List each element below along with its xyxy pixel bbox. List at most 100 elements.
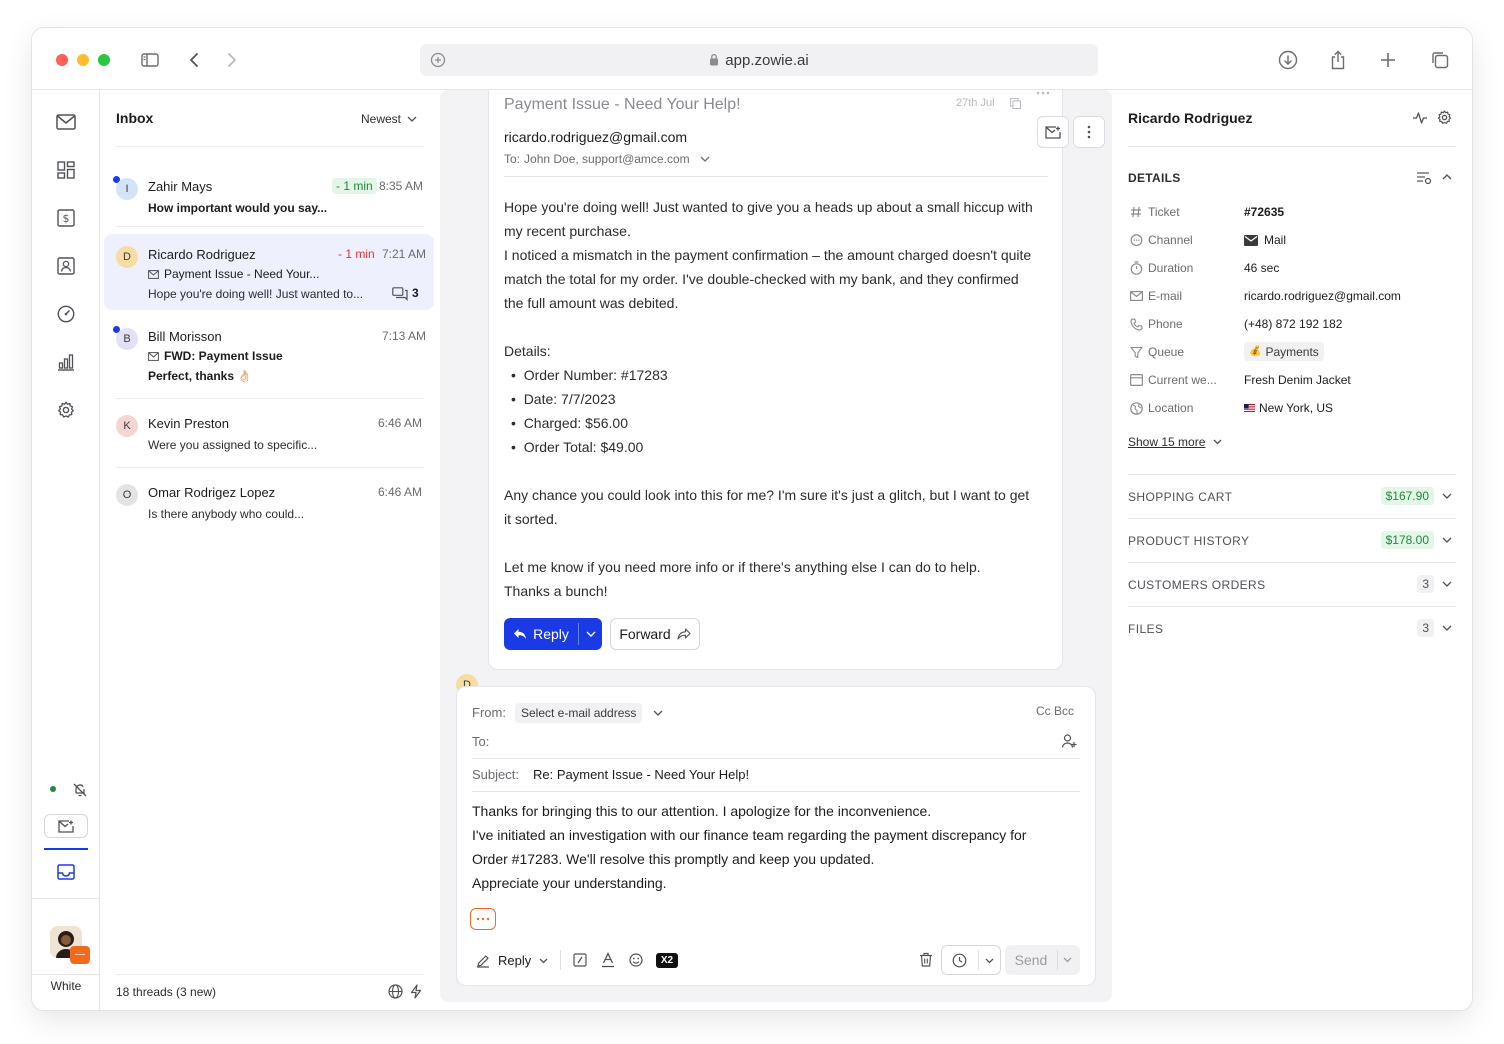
download-icon[interactable] bbox=[1276, 48, 1300, 72]
dashboard-icon[interactable] bbox=[54, 158, 78, 182]
chevron-down-icon bbox=[1440, 577, 1454, 591]
field-value-email[interactable]: ricardo.rodriguez@gmail.com bbox=[1244, 289, 1401, 303]
trash-icon[interactable] bbox=[919, 952, 933, 967]
activity-icon[interactable] bbox=[1412, 111, 1428, 125]
sla-badge: - 1 min bbox=[332, 178, 377, 194]
inbox-tray-icon[interactable] bbox=[54, 860, 78, 884]
globe-icon[interactable] bbox=[388, 984, 403, 999]
x2-button[interactable]: X2 bbox=[656, 953, 678, 968]
list-item-selected[interactable]: D Ricardo Rodriguez - 1 min 7:21 AM Paym… bbox=[104, 234, 434, 310]
active-tab-indicator bbox=[44, 848, 88, 850]
chevron-down-icon[interactable] bbox=[653, 710, 663, 716]
field-value-channel: Mail bbox=[1244, 233, 1286, 247]
mark-unread-button[interactable] bbox=[1037, 116, 1069, 148]
chevron-down-icon bbox=[1213, 439, 1222, 445]
app-sidebar: $ White bbox=[32, 90, 100, 1010]
list-item[interactable]: K Kevin Preston 6:46 AM Were you assigne… bbox=[104, 404, 434, 466]
field-value-duration: 46 sec bbox=[1244, 261, 1280, 275]
list-item[interactable]: B Bill Morisson 7:13 AM FWD: Payment Iss… bbox=[104, 318, 434, 394]
chevron-down-icon bbox=[1440, 533, 1454, 547]
email-body-paragraph: Any chance you could look into this for … bbox=[504, 487, 1030, 527]
sidebar-toggle-icon[interactable] bbox=[138, 48, 162, 72]
speedometer-icon[interactable] bbox=[54, 302, 78, 326]
new-tab-icon[interactable] bbox=[1376, 48, 1400, 72]
analytics-icon[interactable] bbox=[54, 350, 78, 374]
close-window-button[interactable] bbox=[56, 54, 68, 66]
settings-gear-icon[interactable] bbox=[1437, 110, 1452, 125]
thread-time: 7:21 AM bbox=[382, 247, 427, 261]
list-divider bbox=[116, 467, 424, 468]
customize-fields-icon[interactable] bbox=[1416, 171, 1432, 185]
mail-filled-icon bbox=[1244, 234, 1258, 246]
forward-arrow-icon[interactable] bbox=[220, 48, 244, 72]
chevron-up-icon[interactable] bbox=[1442, 174, 1452, 180]
section-label: PRODUCT HISTORY bbox=[1128, 534, 1250, 548]
cc-bcc-toggle[interactable]: Cc Bcc bbox=[1036, 704, 1074, 718]
from-select[interactable]: Select e-mail address bbox=[515, 703, 643, 723]
chevron-down-icon[interactable] bbox=[1063, 957, 1072, 963]
files-section[interactable]: FILES 3 bbox=[1128, 606, 1456, 650]
zoom-window-button[interactable] bbox=[98, 54, 110, 66]
list-divider bbox=[116, 398, 424, 399]
filter-icon bbox=[1128, 344, 1144, 360]
shopping-cart-section[interactable]: SHOPPING CART $167.90 bbox=[1128, 474, 1456, 518]
message-body-input[interactable]: Thanks for bringing this to our attentio… bbox=[472, 799, 1084, 895]
list-item[interactable]: O Omar Rodrigez Lopez 6:46 AM Is there a… bbox=[104, 473, 434, 535]
template-icon[interactable] bbox=[573, 953, 587, 967]
settings-gear-icon[interactable] bbox=[54, 398, 78, 422]
thread-preview: How important would you say... bbox=[148, 201, 328, 215]
from-label: From: bbox=[472, 705, 506, 720]
list-item[interactable]: I Zahir Mays - 1 min 8:35 AM How importa… bbox=[104, 162, 434, 224]
lightning-icon[interactable] bbox=[410, 984, 422, 999]
body-line: Appreciate your understanding. bbox=[472, 875, 667, 891]
forward-button[interactable]: Forward bbox=[610, 618, 700, 650]
address-bar[interactable]: app.zowie.ai bbox=[420, 44, 1098, 76]
mail-alert-icon bbox=[1045, 125, 1061, 139]
contacts-icon[interactable] bbox=[54, 254, 78, 278]
send-button[interactable]: Send bbox=[1005, 945, 1057, 975]
product-history-section[interactable]: PRODUCT HISTORY $178.00 bbox=[1128, 518, 1456, 562]
reply-mode-dropdown[interactable]: Reply bbox=[476, 953, 548, 968]
customer-name: Ricardo Rodriguez bbox=[1128, 110, 1253, 126]
email-recipients[interactable]: To: John Doe, support@amce.com bbox=[504, 152, 710, 166]
sidebar-divider bbox=[32, 974, 100, 975]
history-total-badge: $178.00 bbox=[1380, 531, 1434, 549]
minimize-window-button[interactable] bbox=[77, 54, 89, 66]
thread-list-panel: Inbox Newest I Zahir Mays - 1 min 8:35 A… bbox=[100, 90, 440, 1010]
new-email-button[interactable] bbox=[44, 814, 88, 838]
field-label: Current we... bbox=[1148, 373, 1217, 387]
reply-composer: From: Select e-mail address Cc Bcc To: S… bbox=[456, 686, 1096, 986]
tabs-overview-icon[interactable] bbox=[1428, 48, 1452, 72]
customer-details-panel: Ricardo Rodriguez DETAILS Ticket #72635 … bbox=[1112, 90, 1472, 1010]
url-text: app.zowie.ai bbox=[420, 52, 1098, 69]
schedule-send-button[interactable] bbox=[941, 945, 1001, 975]
notifications-off-icon[interactable] bbox=[68, 778, 92, 802]
subject-input[interactable]: Re: Payment Issue - Need Your Help! bbox=[533, 767, 749, 782]
field-label: Location bbox=[1148, 401, 1194, 415]
phone-icon bbox=[1128, 316, 1144, 332]
more-options-button[interactable] bbox=[1073, 116, 1105, 148]
expand-quote-button[interactable] bbox=[470, 908, 496, 930]
text-format-icon[interactable] bbox=[601, 952, 615, 968]
section-label: CUSTOMERS ORDERS bbox=[1128, 578, 1266, 592]
avatar: O bbox=[116, 484, 138, 506]
share-icon[interactable] bbox=[1326, 48, 1350, 72]
body-line: I've initiated an investigation with our… bbox=[472, 827, 1027, 843]
thread-time: 6:46 AM bbox=[378, 416, 423, 430]
hash-icon bbox=[1128, 204, 1144, 220]
more-dots-icon[interactable] bbox=[1036, 91, 1050, 95]
copy-icon[interactable] bbox=[1010, 98, 1021, 109]
show-more-link[interactable]: Show 15 more bbox=[1128, 435, 1222, 449]
add-contact-icon[interactable] bbox=[1061, 733, 1077, 749]
reply-options-button[interactable] bbox=[579, 618, 602, 650]
mail-icon[interactable] bbox=[54, 110, 78, 134]
sort-dropdown[interactable]: Newest bbox=[361, 110, 417, 128]
to-input[interactable] bbox=[507, 729, 1047, 753]
billing-icon[interactable]: $ bbox=[54, 206, 78, 230]
email-bullet: • Order Total: $49.00 bbox=[511, 439, 644, 455]
back-arrow-icon[interactable] bbox=[182, 48, 206, 72]
status-badge bbox=[70, 946, 90, 964]
reply-button[interactable]: Reply bbox=[504, 618, 578, 650]
customer-orders-section[interactable]: CUSTOMERS ORDERS 3 bbox=[1128, 562, 1456, 606]
emoji-icon[interactable] bbox=[629, 953, 643, 967]
